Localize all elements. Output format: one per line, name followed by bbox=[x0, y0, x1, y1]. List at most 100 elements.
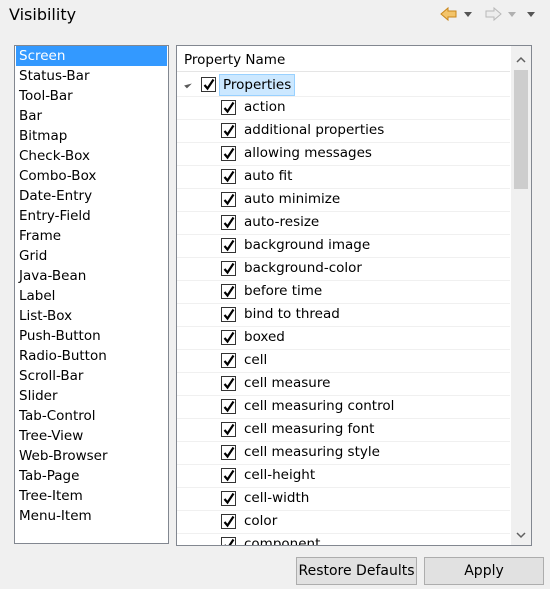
tree-row[interactable]: cell measuring style bbox=[177, 442, 510, 465]
tree-row[interactable]: additional properties bbox=[177, 120, 510, 143]
tree-row[interactable]: before time bbox=[177, 281, 510, 304]
list-item[interactable]: Bitmap bbox=[16, 126, 167, 146]
property-label: cell measure bbox=[244, 375, 331, 391]
list-item[interactable]: Label bbox=[16, 286, 167, 306]
list-item[interactable]: Tree-View bbox=[16, 426, 167, 446]
property-checkbox[interactable] bbox=[221, 192, 236, 207]
property-checkbox[interactable] bbox=[221, 468, 236, 483]
forward-menu-chevron-icon bbox=[507, 6, 517, 24]
properties-tree[interactable]: Property Name Properties action additiona… bbox=[176, 45, 532, 546]
back-icon[interactable] bbox=[440, 6, 458, 24]
list-item[interactable]: Status-Bar bbox=[16, 66, 167, 86]
scroll-down-icon[interactable] bbox=[516, 528, 526, 539]
tree-row[interactable]: cell measuring font bbox=[177, 419, 510, 442]
tree-root-row[interactable]: Properties bbox=[177, 74, 510, 97]
property-checkbox[interactable] bbox=[221, 123, 236, 138]
list-item[interactable]: Radio-Button bbox=[16, 346, 167, 366]
element-type-list[interactable]: Screen Status-Bar Tool-Bar Bar Bitmap Check-B… bbox=[14, 45, 169, 544]
property-label: auto-resize bbox=[244, 214, 320, 230]
property-checkbox[interactable] bbox=[221, 514, 236, 529]
tree-row[interactable]: cell bbox=[177, 350, 510, 373]
property-checkbox[interactable] bbox=[221, 100, 236, 115]
root-checkbox[interactable] bbox=[201, 77, 216, 92]
list-item[interactable]: Check-Box bbox=[16, 146, 167, 166]
property-label: additional properties bbox=[244, 122, 385, 138]
property-checkbox[interactable] bbox=[221, 445, 236, 460]
list-item[interactable]: Combo-Box bbox=[16, 166, 167, 186]
property-label: component bbox=[244, 536, 321, 546]
list-item[interactable]: Menu-Item bbox=[16, 506, 167, 526]
property-checkbox[interactable] bbox=[221, 169, 236, 184]
tree-row[interactable]: background-color bbox=[177, 258, 510, 281]
property-label: background image bbox=[244, 237, 371, 253]
property-checkbox[interactable] bbox=[221, 422, 236, 437]
tree-row[interactable]: bind to thread bbox=[177, 304, 510, 327]
tree-row[interactable]: cell measure bbox=[177, 373, 510, 396]
tree-row[interactable]: component bbox=[177, 534, 510, 546]
tree-body: Properties action additional properties al… bbox=[177, 74, 510, 546]
back-menu-chevron-icon[interactable] bbox=[463, 6, 473, 24]
property-checkbox[interactable] bbox=[221, 307, 236, 322]
tree-row[interactable]: auto-resize bbox=[177, 212, 510, 235]
scroll-thumb[interactable] bbox=[514, 70, 528, 189]
view-menu-chevron-icon[interactable] bbox=[526, 6, 536, 24]
property-checkbox[interactable] bbox=[221, 376, 236, 391]
property-label: boxed bbox=[244, 329, 285, 345]
property-checkbox[interactable] bbox=[221, 261, 236, 276]
tree-row[interactable]: action bbox=[177, 97, 510, 120]
property-checkbox[interactable] bbox=[221, 330, 236, 345]
property-checkbox[interactable] bbox=[221, 537, 236, 545]
scroll-up-icon[interactable] bbox=[516, 53, 526, 63]
property-label: color bbox=[244, 513, 278, 529]
property-checkbox[interactable] bbox=[221, 238, 236, 253]
property-checkbox[interactable] bbox=[221, 284, 236, 299]
tree-row[interactable]: background image bbox=[177, 235, 510, 258]
property-checkbox[interactable] bbox=[221, 491, 236, 506]
tree-row[interactable]: allowing messages bbox=[177, 143, 510, 166]
restore-defaults-button[interactable]: Restore Defaults bbox=[296, 557, 417, 585]
list-item[interactable]: Screen bbox=[16, 46, 167, 66]
tree-row[interactable]: auto fit bbox=[177, 166, 510, 189]
list-item[interactable]: Grid bbox=[16, 246, 167, 266]
property-label: before time bbox=[244, 283, 323, 299]
tree-row[interactable]: color bbox=[177, 511, 510, 534]
property-label: cell bbox=[244, 352, 268, 368]
tree-column-header[interactable]: Property Name bbox=[177, 46, 510, 72]
tree-row[interactable]: boxed bbox=[177, 327, 510, 350]
expand-toggle-icon[interactable] bbox=[184, 80, 192, 89]
column-header-label: Property Name bbox=[184, 52, 286, 68]
tree-row[interactable]: cell-width bbox=[177, 488, 510, 511]
tree-row[interactable]: auto minimize bbox=[177, 189, 510, 212]
property-checkbox[interactable] bbox=[221, 215, 236, 230]
list-item[interactable]: Push-Button bbox=[16, 326, 167, 346]
property-label: cell measuring font bbox=[244, 421, 375, 437]
list-item[interactable]: Tool-Bar bbox=[16, 86, 167, 106]
tree-row[interactable]: cell-height bbox=[177, 465, 510, 488]
property-label: cell-height bbox=[244, 467, 316, 483]
list-item[interactable]: Web-Browser bbox=[16, 446, 167, 466]
apply-button[interactable]: Apply bbox=[424, 557, 544, 585]
list-item[interactable]: List-Box bbox=[16, 306, 167, 326]
property-checkbox[interactable] bbox=[221, 353, 236, 368]
list-item[interactable]: Slider bbox=[16, 386, 167, 406]
list-item[interactable]: Tab-Control bbox=[16, 406, 167, 426]
property-label: cell measuring style bbox=[244, 444, 380, 460]
list-item[interactable]: Java-Bean bbox=[16, 266, 167, 286]
property-label: background-color bbox=[244, 260, 362, 276]
property-checkbox[interactable] bbox=[221, 146, 236, 161]
property-label: action bbox=[244, 99, 286, 115]
list-item[interactable]: Bar bbox=[16, 106, 167, 126]
page-title: Visibility bbox=[9, 5, 77, 24]
property-checkbox[interactable] bbox=[221, 399, 236, 414]
tree-row[interactable]: cell measuring control bbox=[177, 396, 510, 419]
list-item[interactable]: Tab-Page bbox=[16, 466, 167, 486]
list-item[interactable]: Entry-Field bbox=[16, 206, 167, 226]
list-item[interactable]: Scroll-Bar bbox=[16, 366, 167, 386]
property-label: auto fit bbox=[244, 168, 293, 184]
list-item[interactable]: Frame bbox=[16, 226, 167, 246]
tree-root-label[interactable]: Properties bbox=[219, 74, 296, 96]
vertical-scrollbar[interactable] bbox=[511, 46, 531, 545]
list-item[interactable]: Tree-Item bbox=[16, 486, 167, 506]
list-item[interactable]: Date-Entry bbox=[16, 186, 167, 206]
forward-icon bbox=[484, 6, 502, 24]
